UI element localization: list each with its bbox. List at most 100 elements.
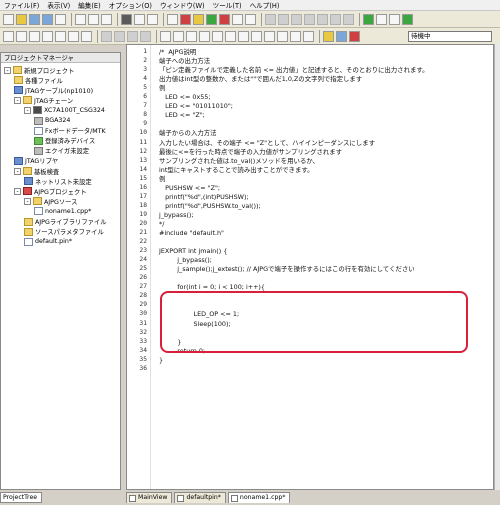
save-all-icon[interactable] bbox=[42, 13, 53, 25]
code-line[interactable]: j_bypass(); bbox=[159, 211, 194, 219]
code-line[interactable]: 入力したい場合は、その端子 <= "Z"として、ハイインピーダンスにします bbox=[159, 139, 375, 147]
editor-tab[interactable]: noname1.cpp* bbox=[227, 492, 291, 503]
left-icon[interactable] bbox=[277, 30, 288, 42]
align-icon[interactable] bbox=[114, 30, 125, 42]
tree-item[interactable]: JTAGケーブル(np1010) bbox=[14, 85, 93, 95]
scan-icon[interactable] bbox=[193, 13, 204, 25]
cable-icon[interactable] bbox=[180, 13, 191, 25]
tab-project-tree[interactable]: ProjectTree bbox=[0, 492, 42, 503]
run-icon[interactable] bbox=[363, 13, 374, 25]
code-line[interactable]: LED <= "01011010"; bbox=[159, 102, 233, 110]
back-icon[interactable] bbox=[225, 30, 236, 42]
tree-expander-icon[interactable]: - bbox=[14, 167, 21, 175]
down-icon[interactable] bbox=[212, 30, 223, 42]
arrow-up-icon[interactable] bbox=[3, 30, 14, 42]
up-icon[interactable] bbox=[199, 30, 210, 42]
editor-tab[interactable]: MainView bbox=[126, 492, 173, 503]
code-line[interactable]: 端子への出力方法 bbox=[159, 57, 210, 65]
outdent-icon[interactable] bbox=[42, 30, 53, 42]
menu-item[interactable]: ツール(T) bbox=[209, 0, 246, 10]
code-editor[interactable]: 1 2 3 4 5 6 7 8 9 10 11 12 13 14 15 16 17 18 19 20 21 22 23 24 2… bbox=[126, 44, 494, 490]
menu-item[interactable]: ファイル(F) bbox=[0, 0, 43, 10]
tree-expander-icon[interactable]: - bbox=[24, 106, 31, 114]
tree-item[interactable]: BGA324 bbox=[34, 116, 70, 126]
grid-icon[interactable] bbox=[304, 13, 315, 25]
print-icon[interactable] bbox=[55, 13, 66, 25]
menu-item[interactable]: 表示(V) bbox=[43, 0, 74, 10]
tree-item[interactable]: - 新規プロジェクト bbox=[4, 65, 74, 75]
page-icon[interactable] bbox=[160, 30, 171, 42]
tree-item[interactable]: default.pin* bbox=[24, 237, 72, 247]
save-icon[interactable] bbox=[29, 13, 40, 25]
build-icon[interactable] bbox=[323, 30, 334, 42]
code-line[interactable]: } bbox=[159, 356, 163, 364]
find-icon[interactable] bbox=[68, 30, 79, 42]
code-line[interactable]: 例 bbox=[159, 84, 165, 92]
grid-icon[interactable] bbox=[317, 13, 328, 25]
cut-icon[interactable] bbox=[75, 13, 86, 25]
right-icon[interactable] bbox=[290, 30, 301, 42]
arrow-down-icon[interactable] bbox=[16, 30, 27, 42]
page-icon[interactable] bbox=[173, 30, 184, 42]
unknown-icon[interactable] bbox=[303, 30, 314, 42]
forward-icon[interactable] bbox=[238, 30, 249, 42]
tree-item[interactable]: ソースパラメタファイル bbox=[24, 227, 104, 237]
tree-item[interactable]: ネットリスト未設定 bbox=[24, 176, 92, 186]
tree-item[interactable]: - 基板検査 bbox=[14, 166, 59, 176]
code-line[interactable]: /* AJPG説明 bbox=[159, 48, 196, 56]
menu-item[interactable]: 編集(E) bbox=[74, 0, 105, 10]
pin-icon[interactable] bbox=[245, 13, 256, 25]
grid-icon[interactable] bbox=[278, 13, 289, 25]
step-icon[interactable] bbox=[389, 13, 400, 25]
replace-icon[interactable] bbox=[81, 30, 92, 42]
editor-vertical-scrollbar[interactable] bbox=[494, 44, 500, 490]
code-line[interactable]: int型にキャストすることで読み出すことができます。 bbox=[159, 166, 313, 174]
code-line[interactable]: サンプリングされた値は.to_val()メソッドを用いるか、 bbox=[159, 157, 319, 165]
expand-icon[interactable] bbox=[251, 30, 262, 42]
menu-item[interactable]: オプション(O) bbox=[105, 0, 156, 10]
code-line[interactable]: LED <= "Z"; bbox=[159, 111, 205, 119]
code-line[interactable]: #include "default.h" bbox=[159, 229, 224, 237]
stop-icon[interactable] bbox=[376, 13, 387, 25]
download-icon[interactable] bbox=[336, 30, 347, 42]
align-icon[interactable] bbox=[140, 30, 151, 42]
comment-icon[interactable] bbox=[55, 30, 66, 42]
tree-item[interactable]: Fxボードデータ/MTK bbox=[34, 126, 106, 136]
code-line[interactable]: PUSHSW <= "Z"; bbox=[159, 184, 220, 192]
align-icon[interactable] bbox=[127, 30, 138, 42]
layout-icon[interactable] bbox=[147, 13, 158, 25]
code-line[interactable]: 「ピン定義ファイルで定義した名前 <= 出力値」と記述すると、そのとおりに出力さ… bbox=[159, 66, 429, 74]
collapse-icon[interactable] bbox=[264, 30, 275, 42]
open-folder-icon[interactable] bbox=[16, 13, 27, 25]
flash-icon[interactable] bbox=[349, 30, 360, 42]
tree-item[interactable]: エクイガ未設定 bbox=[34, 146, 89, 156]
tree-item[interactable]: AJPGライブラリファイル bbox=[24, 217, 107, 227]
indent-icon[interactable] bbox=[29, 30, 40, 42]
grid-icon[interactable] bbox=[265, 13, 276, 25]
paste-icon[interactable] bbox=[101, 13, 112, 25]
tree-item[interactable]: - AJPGソース bbox=[24, 196, 77, 206]
board-icon[interactable] bbox=[206, 13, 217, 25]
code-line[interactable]: LED <= 0x55; bbox=[159, 93, 210, 101]
code-line[interactable]: 端子からの入力方法 bbox=[159, 129, 217, 137]
tree-expander-icon[interactable]: - bbox=[14, 187, 21, 195]
page-icon[interactable] bbox=[186, 30, 197, 42]
tree-item[interactable]: JTAGリプヤ bbox=[14, 156, 58, 166]
tree-item[interactable]: noname1.cpp* bbox=[34, 206, 91, 216]
grid-icon[interactable] bbox=[330, 13, 341, 25]
code-line[interactable]: */ bbox=[159, 220, 164, 228]
code-line[interactable]: j_sample();j_extest(); // AJPGで端子を操作するには… bbox=[159, 265, 414, 273]
copy-icon[interactable] bbox=[88, 13, 99, 25]
tree-item[interactable]: - XC7A100T_CSG324 bbox=[24, 105, 105, 115]
new-file-icon[interactable] bbox=[3, 13, 14, 25]
tree-item[interactable]: 登録済みデバイス bbox=[34, 136, 95, 146]
panel-icon[interactable] bbox=[121, 13, 132, 25]
tree-item[interactable]: 各種ファイル bbox=[14, 75, 63, 85]
code-line[interactable]: 例 bbox=[159, 175, 165, 183]
grid-icon[interactable] bbox=[343, 13, 354, 25]
menu-item[interactable]: ウィンドウ(W) bbox=[156, 0, 209, 10]
grid-icon[interactable] bbox=[291, 13, 302, 25]
code-line[interactable]: printf("%d",(int)PUSHSW); bbox=[159, 193, 249, 201]
code-line[interactable]: 最後に<=を行った時点で端子の入力値がサンプリングされます bbox=[159, 148, 342, 156]
code-line[interactable]: j_bypass(); bbox=[159, 256, 212, 264]
